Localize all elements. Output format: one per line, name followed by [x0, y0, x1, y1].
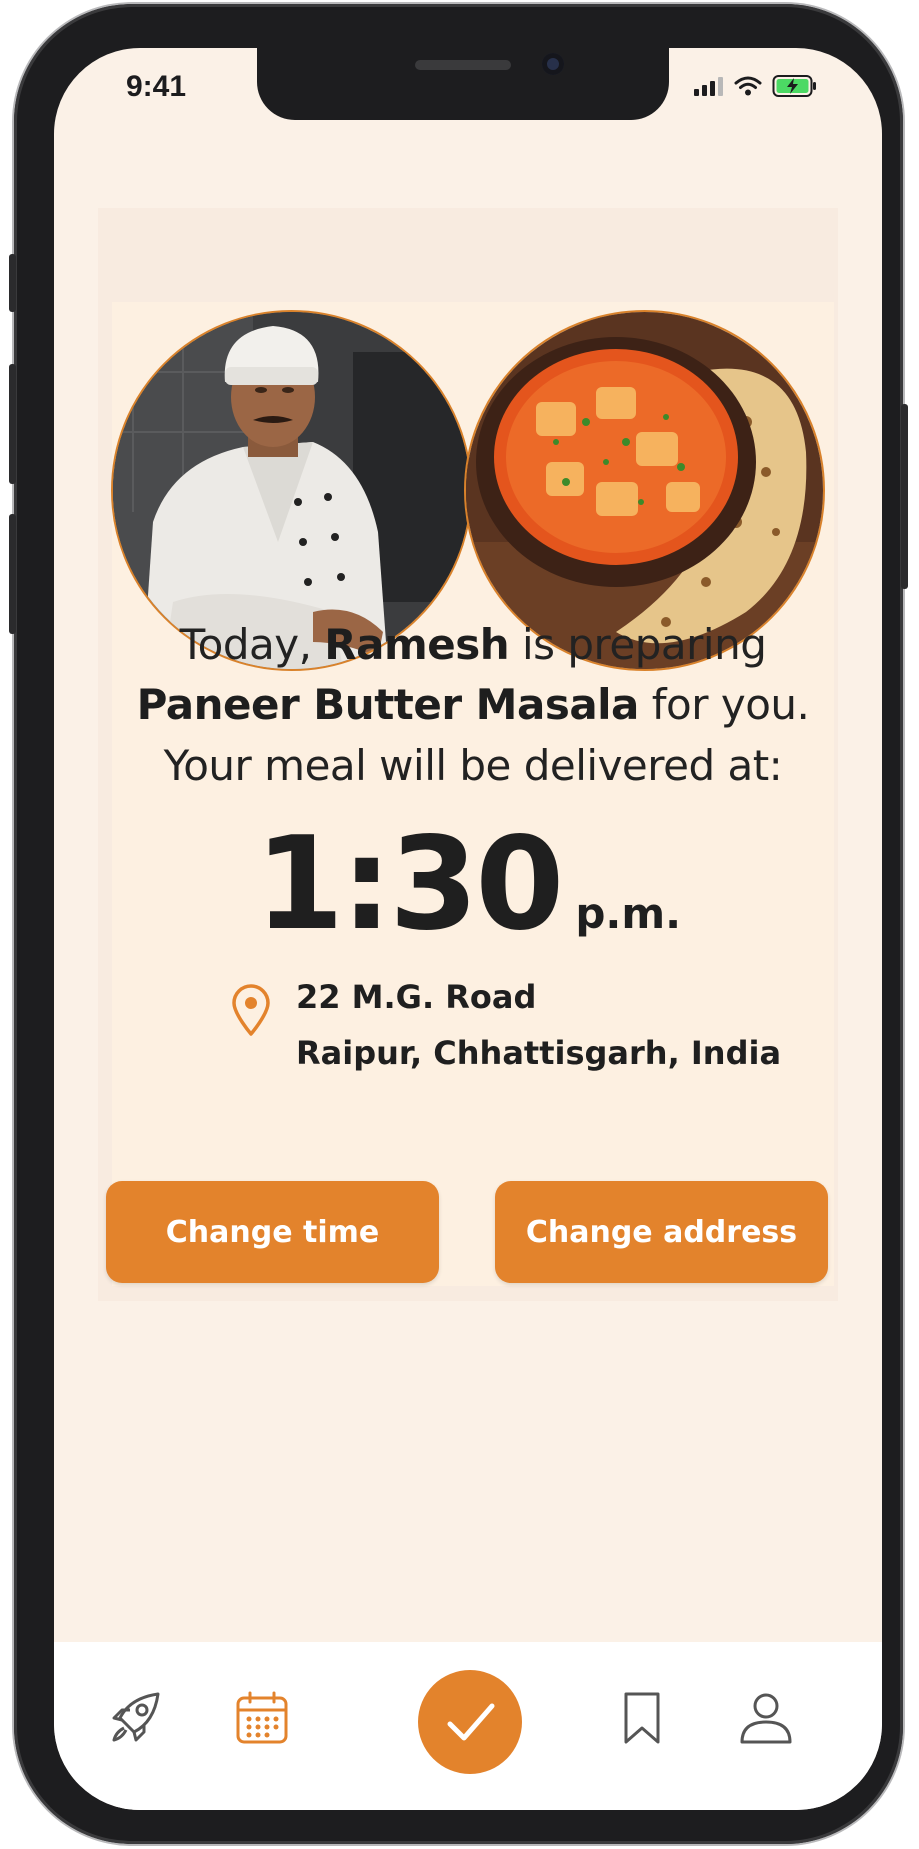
- rocket-icon: [112, 1692, 160, 1742]
- notch: [257, 48, 669, 120]
- bookmark-icon: [624, 1692, 660, 1744]
- location-pin-icon: [232, 984, 270, 1036]
- bottom-nav: [54, 1642, 882, 1810]
- battery-charging-icon: [772, 75, 816, 97]
- delivery-time-period: p.m.: [575, 889, 682, 938]
- speaker-grille: [415, 60, 511, 70]
- address-line-1: 22 M.G. Road: [296, 978, 537, 1016]
- wifi-icon: [734, 76, 762, 96]
- front-camera: [542, 53, 564, 75]
- delivery-address: 22 M.G. Road Raipur, Chhattisgarh, India: [296, 969, 781, 1081]
- nav-calendar[interactable]: [230, 1686, 294, 1750]
- check-icon: [447, 1703, 495, 1741]
- message-suffix: is preparing: [509, 620, 767, 669]
- volume-down-button: [9, 514, 16, 634]
- power-button: [901, 404, 908, 589]
- dish-name: Paneer Butter Masala: [136, 680, 640, 729]
- status-time: 9:41: [126, 70, 187, 103]
- nav-rocket[interactable]: [104, 1686, 168, 1750]
- nav-bookmark[interactable]: [610, 1686, 674, 1750]
- delivery-time-value: 1:30: [254, 810, 564, 959]
- change-time-button[interactable]: Change time: [106, 1181, 439, 1283]
- nav-check-button[interactable]: [418, 1670, 522, 1774]
- message-line-2: Paneer Butter Masala for you.: [112, 680, 834, 729]
- volume-up-button: [9, 364, 16, 484]
- change-address-button[interactable]: Change address: [495, 1181, 828, 1283]
- nav-profile[interactable]: [734, 1686, 798, 1750]
- mute-switch: [9, 254, 16, 312]
- chef-name: Ramesh: [324, 620, 510, 669]
- chef-photo: [111, 310, 472, 671]
- status-icons: [694, 74, 818, 98]
- message-line-1: Today, Ramesh is preparing: [112, 620, 834, 669]
- message-line-3: Your meal will be delivered at:: [163, 741, 783, 790]
- phone-frame: 9:41 Today, Ramesh is preparing Paneer B…: [9, 4, 908, 1844]
- app-screen: 9:41 Today, Ramesh is preparing Paneer B…: [54, 48, 882, 1810]
- delivery-time: 1:30 p.m.: [54, 810, 882, 959]
- message-prefix: Today,: [179, 620, 325, 669]
- calendar-icon: [236, 1691, 288, 1744]
- dish-photo: [464, 310, 825, 671]
- message-line-2-suffix: for you.: [638, 680, 810, 729]
- user-icon: [740, 1693, 792, 1744]
- address-line-2: Raipur, Chhattisgarh, India: [296, 1034, 782, 1072]
- signal-icon: [694, 77, 723, 96]
